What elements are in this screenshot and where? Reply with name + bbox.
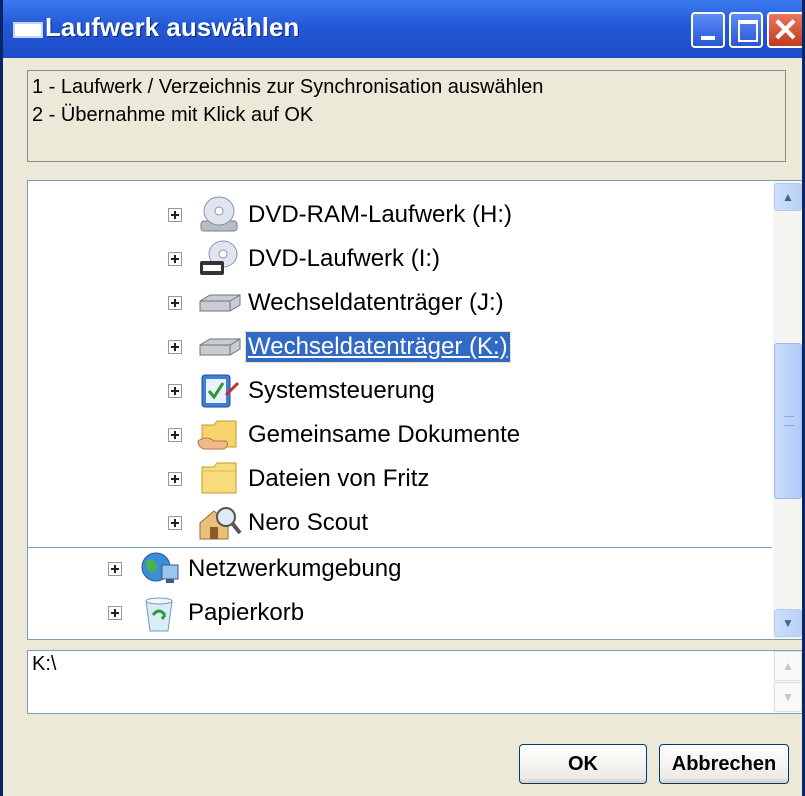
expand-icon[interactable] (168, 252, 182, 266)
scroll-up-button[interactable]: ▲ (774, 183, 802, 211)
scroll-down-button[interactable]: ▼ (774, 609, 802, 637)
folder-tree[interactable]: DVD-RAM-Laufwerk (H:) DVD-Laufwerk (I:) … (27, 180, 802, 640)
tree-item-dvd[interactable]: DVD-Laufwerk (I:) (168, 237, 442, 281)
dialog-window: Laufwerk auswählen ✕ 1 - Laufwerk / Verz… (0, 0, 805, 796)
tree-item-label-selected: Wechseldatenträger (K:) (245, 331, 511, 363)
expand-icon[interactable] (168, 340, 182, 354)
tree-item-label: Nero Scout (248, 509, 369, 536)
recycle-bin-icon (145, 597, 173, 632)
control-panel-icon (201, 374, 240, 408)
instruction-line-1: 1 - Laufwerk / Verzeichnis zur Synchroni… (32, 76, 544, 98)
tree-item-label: Netzwerkumgebung (188, 555, 402, 582)
nero-scout-icon (199, 507, 242, 540)
tree-item-shared-docs[interactable]: Gemeinsame Dokumente (168, 413, 522, 457)
tree-item-control-panel[interactable]: Systemsteuerung (168, 369, 437, 413)
path-value: K:\ (32, 653, 57, 675)
tree-item-fritz[interactable]: Dateien von Fritz (168, 457, 431, 501)
tree-item-nero-scout[interactable]: Nero Scout (168, 501, 370, 545)
tree-item-network[interactable]: Netzwerkumgebung (108, 547, 403, 591)
dvd-ram-drive-icon (200, 196, 238, 232)
ok-button[interactable]: OK (519, 744, 647, 784)
expand-icon[interactable] (168, 384, 182, 398)
tree-item-label: Papierkorb (188, 599, 305, 626)
close-icon: ✕ (772, 12, 799, 48)
cancel-button[interactable]: Abbrechen (659, 744, 789, 784)
tree-item-dvd-ram[interactable]: DVD-RAM-Laufwerk (H:) (168, 193, 514, 237)
removable-drive-icon (199, 294, 241, 312)
chevron-down-icon: ▼ (782, 616, 794, 630)
maximize-icon (738, 20, 758, 42)
chevron-up-icon: ▲ (782, 190, 794, 204)
tree-item-label: Gemeinsame Dokumente (248, 421, 521, 448)
path-scrollbar: ▲ ▼ (773, 651, 802, 713)
chevron-up-icon: ▲ (782, 659, 794, 673)
tree-item-removable-k[interactable]: Wechseldatenträger (K:) (168, 325, 511, 369)
expand-icon[interactable] (168, 428, 182, 442)
close-button[interactable]: ✕ (767, 12, 802, 48)
minimize-icon (701, 36, 715, 40)
network-icon (141, 552, 179, 583)
path-field[interactable]: K:\ ▲ ▼ (27, 650, 802, 714)
folder-icon (201, 462, 237, 494)
title-bar[interactable]: Laufwerk auswählen ✕ (3, 0, 802, 58)
path-scroll-down-button: ▼ (774, 682, 802, 712)
maximize-button[interactable] (729, 12, 763, 48)
expand-icon[interactable] (168, 516, 182, 530)
tree-item-label: DVD-Laufwerk (I:) (248, 245, 441, 272)
scroll-thumb[interactable] (774, 343, 802, 499)
instruction-line-2: 2 - Übernahme mit Klick auf OK (32, 104, 314, 126)
minimize-button[interactable] (691, 12, 725, 48)
tree-item-recycle-bin[interactable]: Papierkorb (108, 591, 306, 635)
tree-item-removable-j[interactable]: Wechseldatenträger (J:) (168, 281, 506, 325)
removable-drive-icon (199, 338, 241, 356)
tree-item-label: DVD-RAM-Laufwerk (H:) (248, 201, 513, 228)
tree-item-label: Systemsteuerung (248, 377, 435, 404)
instructions-panel: 1 - Laufwerk / Verzeichnis zur Synchroni… (27, 70, 786, 162)
window-title: Laufwerk auswählen (45, 12, 300, 42)
dvd-drive-icon (200, 240, 238, 275)
expand-icon[interactable] (168, 472, 182, 486)
expand-icon[interactable] (168, 296, 182, 310)
shared-folder-icon (197, 420, 237, 450)
expand-icon[interactable] (108, 562, 122, 576)
chevron-down-icon: ▼ (782, 690, 794, 704)
expand-icon[interactable] (168, 208, 182, 222)
path-scroll-up-button: ▲ (774, 651, 802, 681)
tree-item-label: Dateien von Fritz (248, 465, 430, 492)
window-icon (13, 22, 43, 38)
grip-icon (784, 416, 794, 426)
tree-scrollbar[interactable]: ▲ ▼ (773, 181, 802, 639)
tree-item-label: Wechseldatenträger (J:) (248, 289, 504, 316)
expand-icon[interactable] (108, 606, 122, 620)
